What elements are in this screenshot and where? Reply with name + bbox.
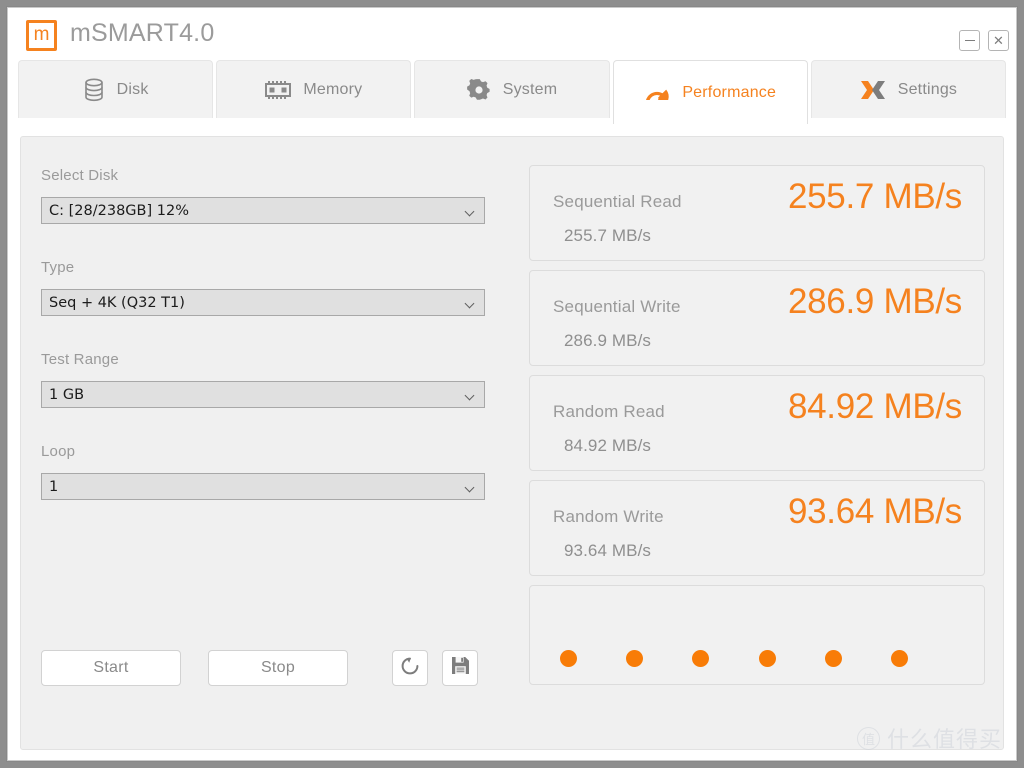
field-test-range: Test Range 1 GB <box>41 351 485 408</box>
result-value: 93.64 MB/s <box>787 492 962 531</box>
tab-system[interactable]: System <box>414 60 610 118</box>
tab-bar: Disk Memory System Performance Settings <box>8 60 1016 124</box>
title-bar: m mSMART4.0 ✕ <box>8 8 1016 60</box>
result-value: 84.92 MB/s <box>787 387 962 426</box>
field-loop: Loop 1 <box>41 443 485 500</box>
tab-system-label: System <box>502 80 558 98</box>
progress-dot <box>824 650 842 667</box>
disk-icon <box>83 77 105 102</box>
result-label: Random Write <box>553 507 664 526</box>
test-range-dropdown[interactable]: 1 GB <box>41 381 485 408</box>
field-type: Type Seq + 4K (Q32 T1) <box>41 259 485 316</box>
close-button[interactable]: ✕ <box>988 30 1009 51</box>
tab-disk-label: Disk <box>116 80 149 98</box>
app-logo-icon: m <box>26 20 57 51</box>
progress-dot <box>692 650 710 667</box>
chevron-down-icon <box>466 392 475 398</box>
result-card-random-write: Random Write 93.64 MB/s 93.64 MB/s <box>529 480 985 576</box>
result-label: Sequential Write <box>553 297 681 316</box>
chevron-down-icon <box>466 484 475 490</box>
tab-settings-label: Settings <box>897 80 958 98</box>
select-disk-label: Select Disk <box>41 167 119 184</box>
progress-dot <box>626 650 644 667</box>
benchmark-results: Sequential Read 255.7 MB/s 255.7 MB/s Se… <box>529 165 985 685</box>
progress-dot <box>758 650 776 667</box>
tab-settings[interactable]: Settings <box>810 60 1007 118</box>
test-range-value: 1 GB <box>49 386 85 403</box>
type-value: Seq + 4K (Q32 T1) <box>49 294 185 311</box>
minimize-icon <box>964 40 975 41</box>
result-value: 255.7 MB/s <box>787 177 962 216</box>
tab-memory[interactable]: Memory <box>216 60 412 118</box>
result-detail: 255.7 MB/s <box>564 226 651 245</box>
test-range-label: Test Range <box>41 351 119 368</box>
minimize-button[interactable] <box>959 30 980 51</box>
stop-button[interactable]: Stop <box>208 650 348 686</box>
select-disk-dropdown[interactable]: C: [28/238GB] 12% <box>41 197 485 224</box>
application-window: m mSMART4.0 ✕ Disk Memory System Perform… <box>7 7 1017 761</box>
save-icon <box>451 656 470 680</box>
result-label: Random Read <box>553 402 665 421</box>
gear-icon <box>466 78 491 102</box>
progress-dots <box>560 650 954 667</box>
speedometer-icon <box>644 82 670 104</box>
result-value: 286.9 MB/s <box>787 282 962 321</box>
select-disk-value: C: [28/238GB] 12% <box>49 202 189 219</box>
test-configuration-form: Select Disk C: [28/238GB] 12% Type Seq +… <box>41 167 485 535</box>
close-icon: ✕ <box>993 33 1004 48</box>
type-dropdown[interactable]: Seq + 4K (Q32 T1) <box>41 289 485 316</box>
result-card-random-read: Random Read 84.92 MB/s 84.92 MB/s <box>529 375 985 471</box>
result-detail: 93.64 MB/s <box>564 541 651 560</box>
tab-memory-label: Memory <box>303 80 363 98</box>
action-button-row: Start Stop <box>41 650 485 686</box>
start-button[interactable]: Start <box>41 650 181 686</box>
result-card-sequential-read: Sequential Read 255.7 MB/s 255.7 MB/s <box>529 165 985 261</box>
progress-dot <box>890 650 908 667</box>
loop-label: Loop <box>41 443 76 460</box>
progress-dot <box>560 650 577 667</box>
result-detail: 84.92 MB/s <box>564 436 651 455</box>
x-cross-icon <box>860 79 886 101</box>
tab-performance[interactable]: Performance <box>612 60 808 124</box>
performance-panel: Select Disk C: [28/238GB] 12% Type Seq +… <box>20 136 1004 750</box>
result-detail: 286.9 MB/s <box>564 331 651 350</box>
loop-value: 1 <box>49 478 59 495</box>
chevron-down-icon <box>466 300 475 306</box>
result-label: Sequential Read <box>553 192 682 211</box>
chevron-down-icon <box>466 208 475 214</box>
tab-disk[interactable]: Disk <box>18 60 214 118</box>
memory-icon <box>265 80 292 100</box>
progress-indicator-panel <box>529 585 985 685</box>
app-logo-letter: m <box>33 24 50 45</box>
field-select-disk: Select Disk C: [28/238GB] 12% <box>41 167 485 224</box>
save-button[interactable] <box>442 650 478 686</box>
type-label: Type <box>41 259 75 276</box>
tab-performance-label: Performance <box>682 83 777 101</box>
refresh-button[interactable] <box>392 650 428 686</box>
refresh-icon <box>400 656 420 681</box>
loop-dropdown[interactable]: 1 <box>41 473 485 500</box>
app-title: mSMART4.0 <box>70 19 215 47</box>
result-card-sequential-write: Sequential Write 286.9 MB/s 286.9 MB/s <box>529 270 985 366</box>
